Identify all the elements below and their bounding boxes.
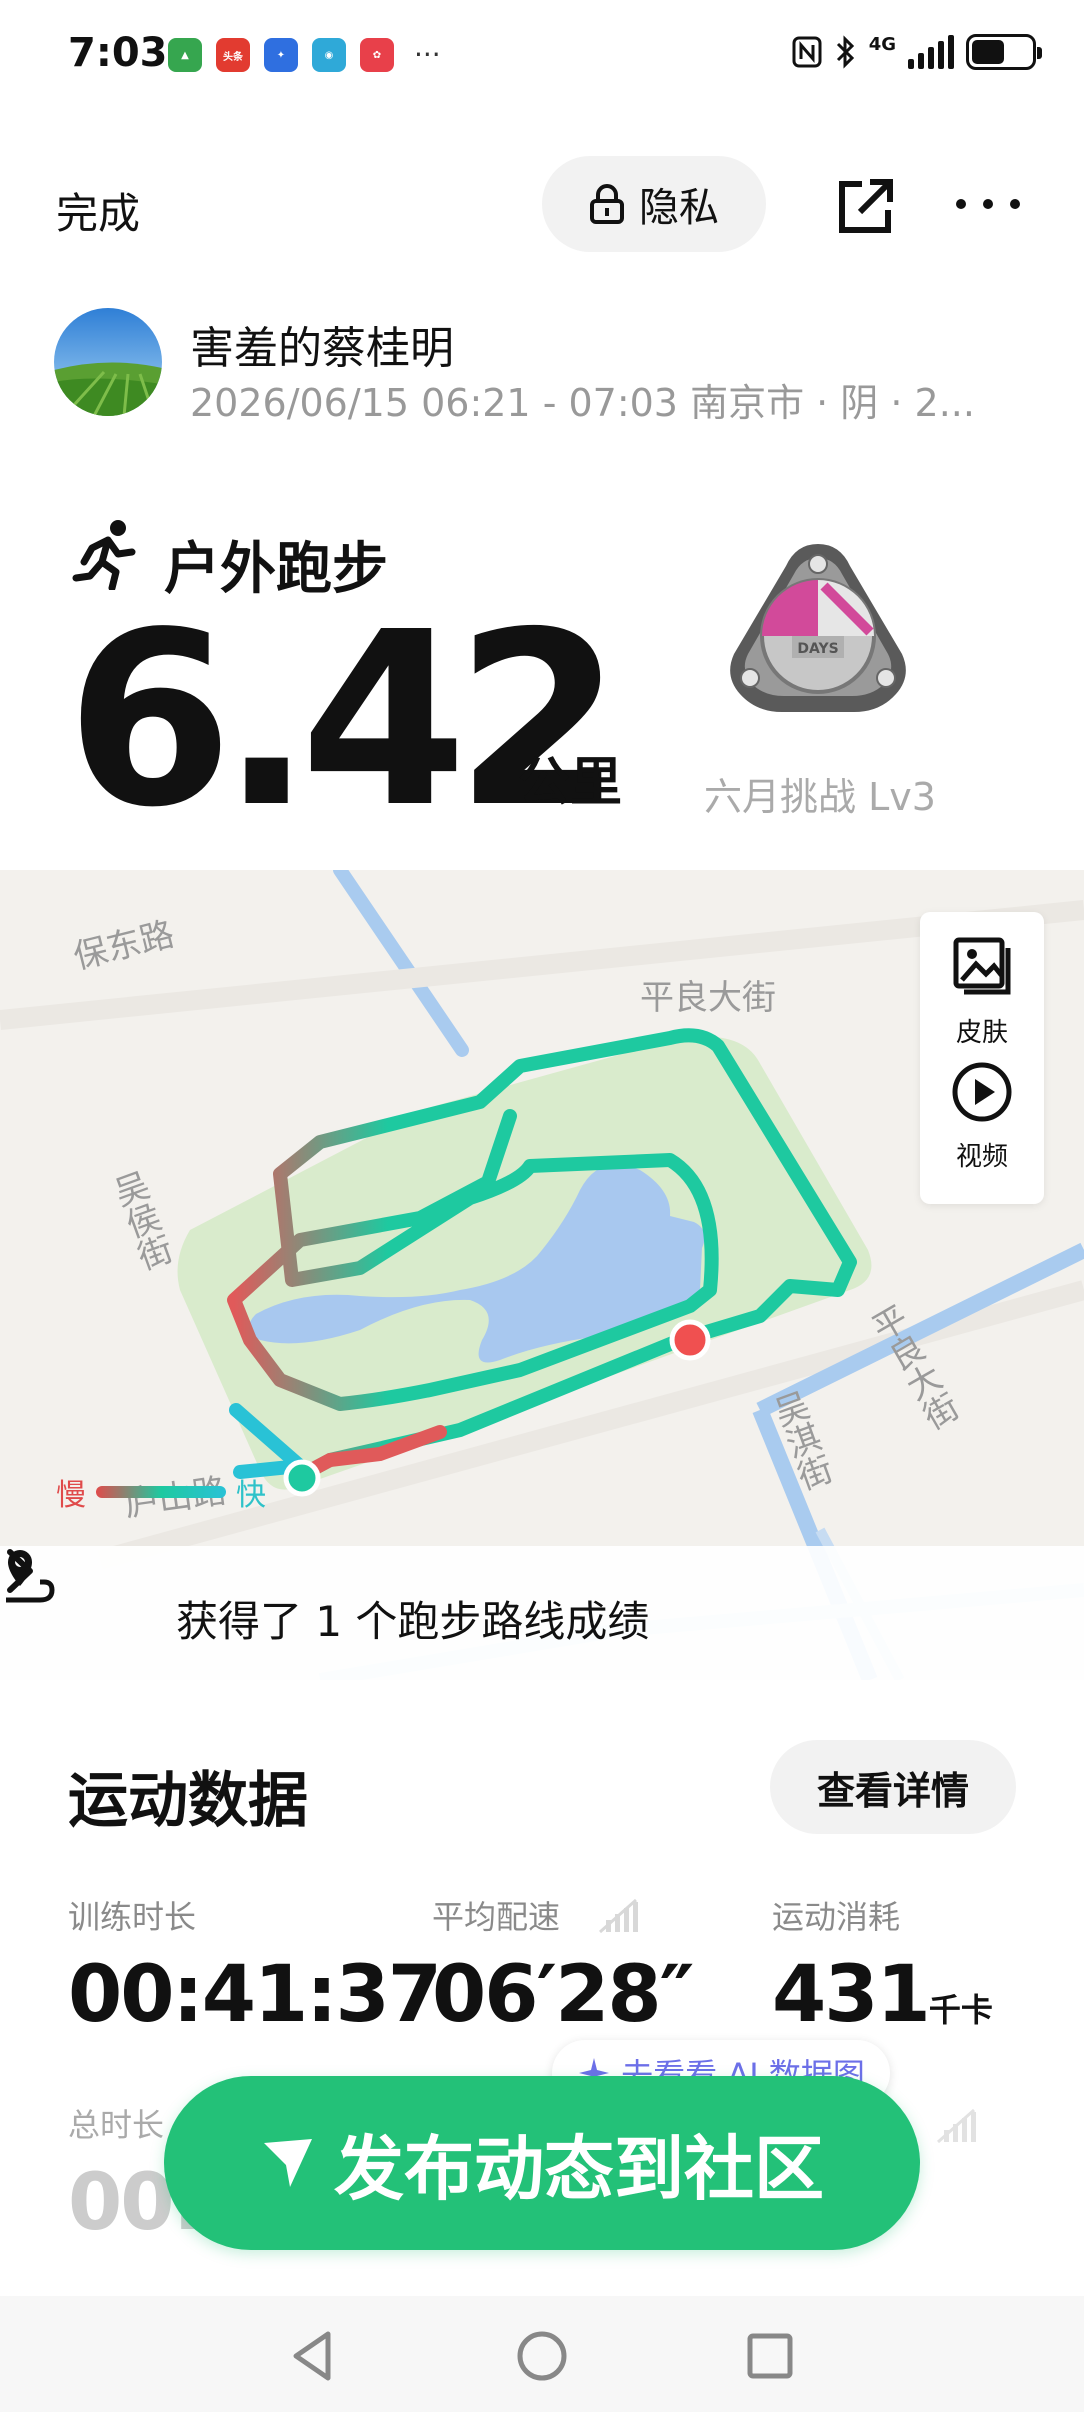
video-button[interactable]: 视频 xyxy=(920,1056,1044,1186)
view-details-button[interactable]: 查看详情 xyxy=(770,1740,1016,1834)
battery-fill xyxy=(972,40,1004,64)
activity-meta: 2026/06/15 06:21 - 07:03 南京市 · 阴 · 2... xyxy=(190,381,975,425)
play-icon xyxy=(952,1062,1012,1122)
nfc-icon xyxy=(792,36,822,68)
status-bar: 7:03 ▲ 头条 ✦ ◉ ✿ ··· 4G xyxy=(0,0,1084,110)
publish-label: 发布动态到社区 xyxy=(334,2127,824,2210)
chevron-right-icon xyxy=(7,1549,33,1593)
signal-icon xyxy=(908,35,954,69)
stat-average-pace: 平均配速 06′28″ xyxy=(432,1892,695,2040)
more-notifications-icon: ··· xyxy=(414,38,441,71)
back-icon[interactable] xyxy=(274,2316,354,2396)
map-tools-panel: 皮肤 视频 xyxy=(920,912,1044,1204)
publish-to-community-button[interactable]: 发布动态到社区 xyxy=(164,2076,920,2250)
send-arrow-icon xyxy=(264,2139,312,2187)
stat-unit: 千卡 xyxy=(928,1991,993,2029)
bar-chart-icon[interactable] xyxy=(596,1894,640,1934)
stat-label: 平均配速 xyxy=(432,1898,561,1936)
app-store-icon: ▲ xyxy=(168,38,202,72)
recent-apps-icon[interactable] xyxy=(730,2316,810,2396)
browser-app-icon: ◉ xyxy=(312,38,346,72)
network-type: 4G xyxy=(868,34,896,55)
status-time: 7:03 xyxy=(68,30,168,76)
route-map[interactable]: 保东路 平良大街 吴侯街 平良大街 吴淇街 庐山路 皮肤 视频 慢 快 xyxy=(0,870,1084,1680)
stat-label: 运动消耗 xyxy=(772,1898,901,1936)
battery-icon xyxy=(966,34,1042,70)
huawei-app-icon: ✿ xyxy=(360,38,394,72)
map-label-pingliang-street: 平良大街 xyxy=(640,978,776,1018)
pace-legend: 慢 快 xyxy=(56,1470,266,1514)
bluetooth-icon xyxy=(836,35,854,69)
stat-label: 训练时长 xyxy=(68,1898,197,1936)
stat-value: 00:41:37 xyxy=(68,1950,442,2040)
share-icon[interactable] xyxy=(836,176,896,236)
bar-chart-icon[interactable] xyxy=(934,2104,978,2144)
medal-label: 六月挑战 Lv3 xyxy=(704,775,936,819)
toutiao-icon: 头条 xyxy=(216,38,250,72)
stat-value: 431千卡 xyxy=(772,1950,993,2040)
legend-slow: 慢 xyxy=(56,1478,86,1513)
user-name: 害羞的蔡桂明 xyxy=(190,323,454,374)
bulb-app-icon: ✦ xyxy=(264,38,298,72)
distance-unit: 公里 xyxy=(518,753,623,813)
status-indicators: 4G xyxy=(791,34,1042,70)
skin-icon xyxy=(953,937,1011,995)
skin-button[interactable]: 皮肤 xyxy=(920,924,1044,1054)
system-navigation-bar xyxy=(0,2296,1084,2412)
stat-number: 431 xyxy=(772,1950,931,2040)
challenge-medal-icon[interactable]: DAYS xyxy=(720,536,916,732)
status-app-icons: ▲ 头条 ✦ ◉ ✿ ··· xyxy=(168,38,441,72)
video-label: 视频 xyxy=(955,1142,1008,1172)
more-options-icon[interactable] xyxy=(956,184,1020,224)
route-achievement-banner[interactable]: 获得了 1 个跑步路线成绩 xyxy=(0,1546,1084,1680)
lock-icon xyxy=(590,184,624,224)
stat-training-duration: 训练时长 00:41:37 xyxy=(68,1892,442,2040)
avatar[interactable] xyxy=(54,308,162,416)
home-icon[interactable] xyxy=(502,2316,582,2396)
privacy-label: 隐私 xyxy=(639,185,719,231)
skin-label: 皮肤 xyxy=(955,1018,1008,1048)
legend-gradient-bar xyxy=(96,1486,226,1498)
done-button[interactable]: 完成 xyxy=(56,180,140,241)
stat-value: 06′28″ xyxy=(432,1950,695,2040)
svg-text:DAYS: DAYS xyxy=(797,641,838,657)
route-achievement-text: 获得了 1 个跑步路线成绩 xyxy=(176,1597,650,1646)
top-toolbar: 完成 隐私 xyxy=(0,150,1084,260)
user-info: 害羞的蔡桂明 2026/06/15 06:21 - 07:03 南京市 · 阴 … xyxy=(54,308,1054,425)
section-title-exercise-data: 运动数据 xyxy=(68,1766,308,1836)
privacy-button[interactable]: 隐私 xyxy=(542,156,766,252)
stat-calories: 运动消耗 431千卡 xyxy=(772,1892,993,2040)
legend-fast: 快 xyxy=(236,1478,266,1513)
